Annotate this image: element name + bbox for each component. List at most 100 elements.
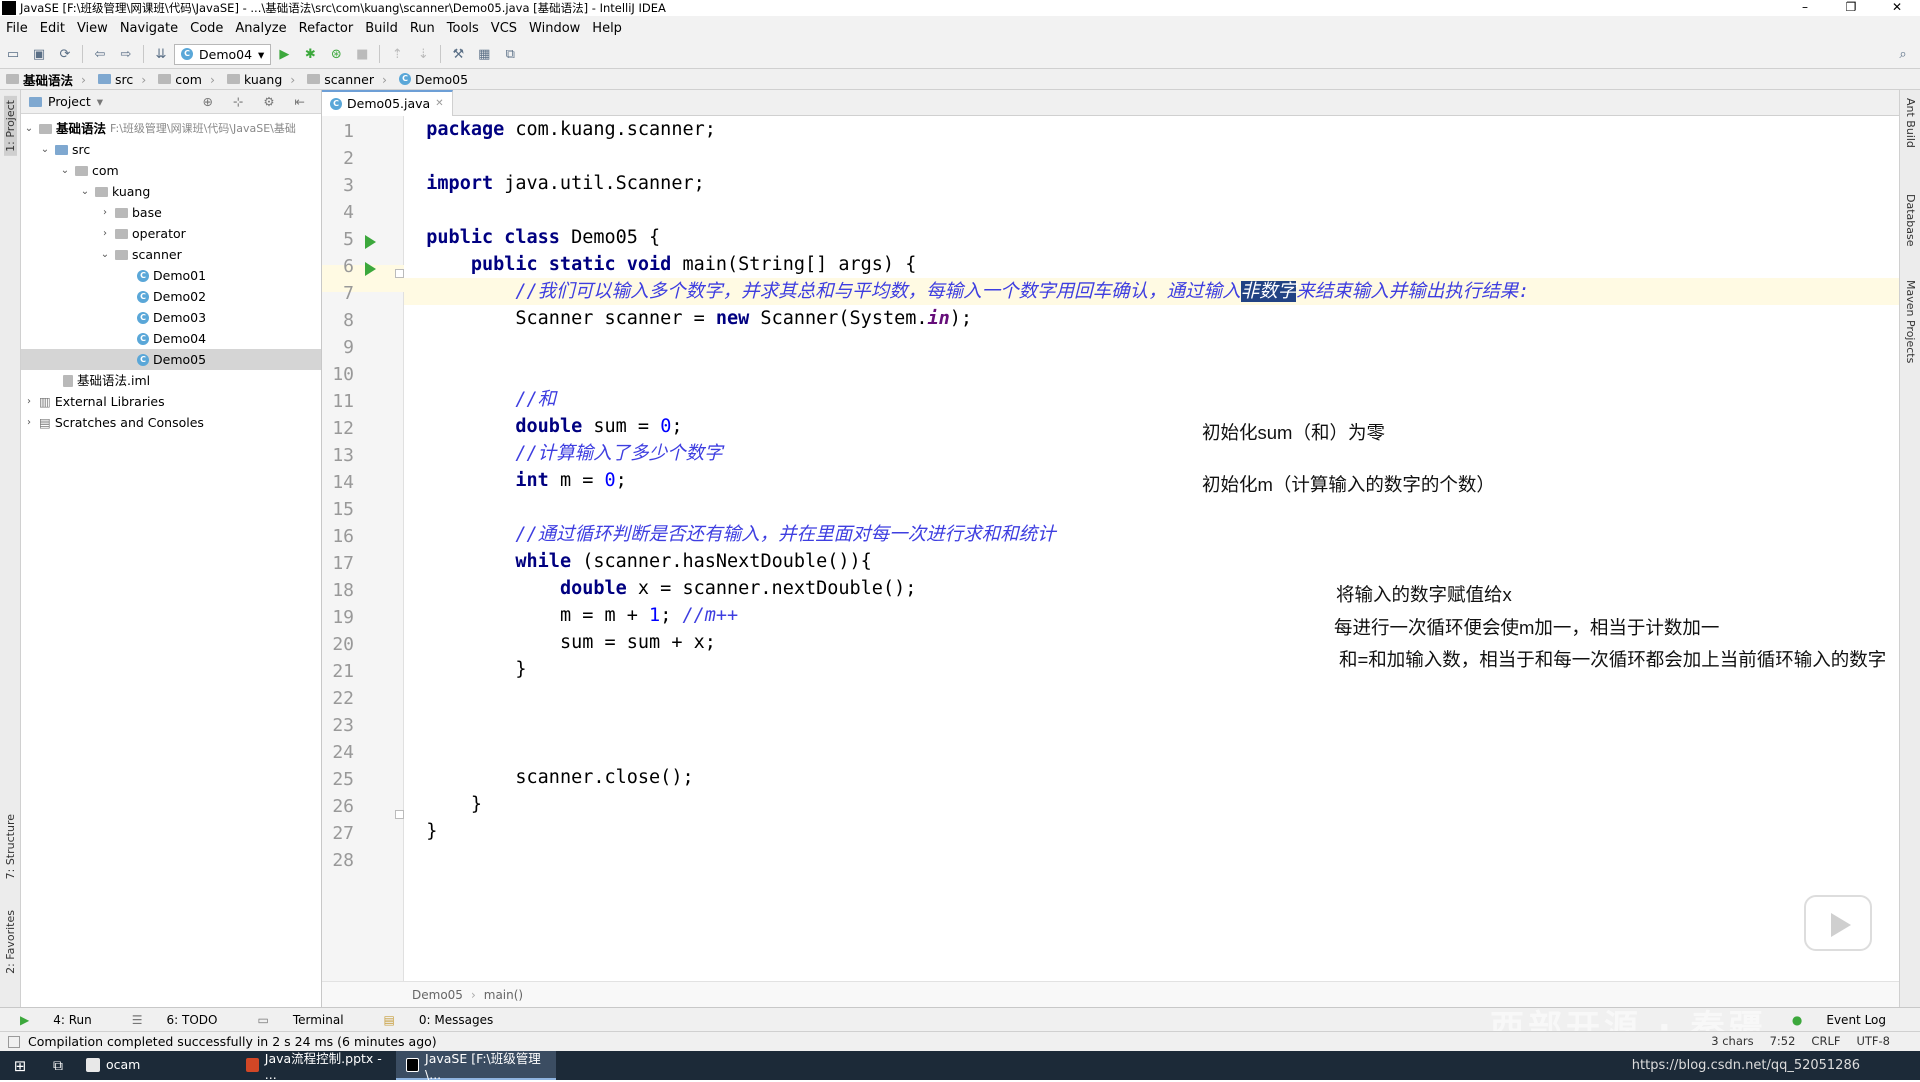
close-button[interactable]: ✕ xyxy=(1874,0,1920,14)
search-icon[interactable]: ⌕ xyxy=(1892,43,1914,65)
debug-icon[interactable]: ✱ xyxy=(299,43,321,65)
taskbar-ocam[interactable]: ocam xyxy=(76,1051,236,1080)
line-separator[interactable]: CRLF xyxy=(1811,1034,1840,1048)
save-icon[interactable]: ▣ xyxy=(28,43,50,65)
vcs-commit-icon[interactable]: ⇣ xyxy=(412,43,434,65)
event-log-tool-tab[interactable]: ● Event Log xyxy=(1782,1013,1896,1027)
tree-item-demo02[interactable]: C Demo02 xyxy=(21,286,321,307)
menu-vcs[interactable]: VCS xyxy=(485,21,523,36)
chevron-down-icon[interactable]: ▾ xyxy=(97,94,103,109)
menu-navigate[interactable]: Navigate xyxy=(114,21,184,36)
menu-view[interactable]: View xyxy=(71,21,114,36)
chevron-down-icon[interactable]: ⌄ xyxy=(79,181,91,202)
run-main-gutter-icon[interactable] xyxy=(365,262,376,276)
windows-start-icon[interactable]: ⊞ xyxy=(0,1057,40,1075)
vcs-update-icon[interactable]: ⇡ xyxy=(386,43,408,65)
tree-item-demo04[interactable]: C Demo04 xyxy=(21,328,321,349)
stop-icon[interactable]: ■ xyxy=(351,43,373,65)
todo-tool-tab[interactable]: ☰ 6: TODO xyxy=(122,1013,228,1027)
code-text[interactable]: package com.kuang.scanner; import java.u… xyxy=(404,116,1899,981)
chevron-right-icon[interactable]: › xyxy=(23,412,35,433)
messages-tool-tab[interactable]: ▤ 0: Messages xyxy=(374,1013,504,1027)
run-tool-tab[interactable]: ▶ 4: Run xyxy=(10,1013,102,1027)
chevron-down-icon[interactable]: ⌄ xyxy=(23,118,35,139)
ant-build-tool-tab[interactable]: Ant Build xyxy=(1904,98,1917,148)
tree-item-external-libraries[interactable]: › ▥ External Libraries xyxy=(21,391,321,412)
menu-window[interactable]: Window xyxy=(523,21,586,36)
chevron-down-icon[interactable]: ⌄ xyxy=(99,244,111,265)
tab-demo05-java[interactable]: C Demo05.java ✕ xyxy=(322,89,453,116)
menu-refactor[interactable]: Refactor xyxy=(293,21,360,36)
menu-code[interactable]: Code xyxy=(184,21,229,36)
favorites-tool-tab[interactable]: 2: Favorites xyxy=(4,910,17,974)
database-tool-tab[interactable]: Database xyxy=(1904,194,1917,247)
maven-projects-tool-tab[interactable]: Maven Projects xyxy=(1904,280,1917,363)
minimize-button[interactable]: – xyxy=(1782,0,1828,14)
tree-item-scratches[interactable]: › ▤ Scratches and Consoles xyxy=(21,412,321,433)
menu-help[interactable]: Help xyxy=(586,21,628,36)
project-tool-tab[interactable]: 1: Project xyxy=(4,96,17,156)
coverage-icon[interactable]: ⊛ xyxy=(325,43,347,65)
class-icon: C xyxy=(181,48,193,60)
fold-marker-icon[interactable] xyxy=(395,810,404,819)
forward-icon[interactable]: ⇨ xyxy=(115,43,137,65)
file-encoding[interactable]: UTF-8 xyxy=(1856,1034,1890,1048)
menu-analyze[interactable]: Analyze xyxy=(229,21,292,36)
chevron-down-icon[interactable]: ⌄ xyxy=(39,139,51,160)
video-play-icon[interactable] xyxy=(1804,895,1872,951)
tree-item-demo01[interactable]: C Demo01 xyxy=(21,265,321,286)
code-crumb-method[interactable]: main() xyxy=(484,988,523,1002)
tree-item-demo05[interactable]: C Demo05 xyxy=(21,349,321,370)
breadcrumb-module[interactable]: 基础语法 › xyxy=(0,70,92,89)
breadcrumb-scanner[interactable]: scanner › xyxy=(301,72,393,87)
run-class-gutter-icon[interactable] xyxy=(365,235,376,249)
breadcrumb-com[interactable]: com › xyxy=(152,72,221,87)
breadcrumb-demo05[interactable]: C Demo05 xyxy=(393,72,474,87)
line-number: 16 xyxy=(332,526,354,547)
sync-icon[interactable]: ⟳ xyxy=(54,43,76,65)
menu-run[interactable]: Run xyxy=(404,21,441,36)
run-icon[interactable]: ▶ xyxy=(273,43,295,65)
tree-item-scanner[interactable]: ⌄ scanner xyxy=(21,244,321,265)
project-view-select[interactable]: Project xyxy=(48,94,91,109)
back-icon[interactable]: ⇦ xyxy=(89,43,111,65)
terminal-tool-tab[interactable]: ▭ Terminal xyxy=(247,1013,353,1027)
taskbar-intellij[interactable]: JavaSE [F:\班级管理\... xyxy=(396,1051,556,1082)
panel-actions[interactable]: ⊕ ⊹ ⚙ ⇤ xyxy=(202,94,313,109)
menu-edit[interactable]: Edit xyxy=(34,21,71,36)
status-panel-icon[interactable] xyxy=(8,1035,20,1048)
build-icon[interactable]: ⇊ xyxy=(150,43,172,65)
structure-tool-tab[interactable]: 7: Structure xyxy=(4,814,17,879)
breadcrumb-src[interactable]: src › xyxy=(92,72,152,87)
menu-file[interactable]: File xyxy=(0,21,34,36)
tree-item-src[interactable]: ⌄ src xyxy=(21,139,321,160)
project-structure-icon[interactable]: ▦ xyxy=(473,43,495,65)
caret-position[interactable]: 7:52 xyxy=(1770,1034,1796,1048)
tree-item-operator[interactable]: › operator xyxy=(21,223,321,244)
sdk-icon[interactable]: ⧉ xyxy=(499,43,521,65)
code-crumb-class[interactable]: Demo05 xyxy=(412,988,463,1002)
open-folder-icon[interactable]: ▭ xyxy=(2,43,24,65)
close-tab-icon[interactable]: ✕ xyxy=(435,98,443,109)
chevron-right-icon[interactable]: › xyxy=(99,202,111,223)
chevron-right-icon[interactable]: › xyxy=(23,391,35,412)
tree-item-com[interactable]: ⌄ com xyxy=(21,160,321,181)
chevron-down-icon[interactable]: ⌄ xyxy=(59,160,71,181)
tree-item-iml[interactable]: 基础语法.iml xyxy=(21,370,321,391)
restore-button[interactable]: ❐ xyxy=(1828,0,1874,14)
tree-item-base[interactable]: › base xyxy=(21,202,321,223)
class-icon: C xyxy=(137,332,149,345)
breadcrumb-kuang[interactable]: kuang › xyxy=(221,72,301,87)
task-view-icon[interactable]: ⧉ xyxy=(40,1058,76,1074)
tree-item-module[interactable]: ⌄ 基础语法 F:\班级管理\网课班\代码\JavaSE\基础 xyxy=(21,118,321,139)
chevron-right-icon[interactable]: › xyxy=(99,223,111,244)
code-line-18: double x = scanner.nextDouble(); xyxy=(559,578,917,599)
tree-item-demo03[interactable]: C Demo03 xyxy=(21,307,321,328)
settings-wrench-icon[interactable]: ⚒ xyxy=(447,43,469,65)
fold-marker-icon[interactable] xyxy=(395,269,404,278)
menu-tools[interactable]: Tools xyxy=(441,21,485,36)
taskbar-powerpoint[interactable]: Java流程控制.pptx - ... xyxy=(236,1051,396,1082)
run-config-select[interactable]: C Demo04 ▾ xyxy=(174,43,272,65)
menu-build[interactable]: Build xyxy=(359,21,404,36)
tree-item-kuang[interactable]: ⌄ kuang xyxy=(21,181,321,202)
